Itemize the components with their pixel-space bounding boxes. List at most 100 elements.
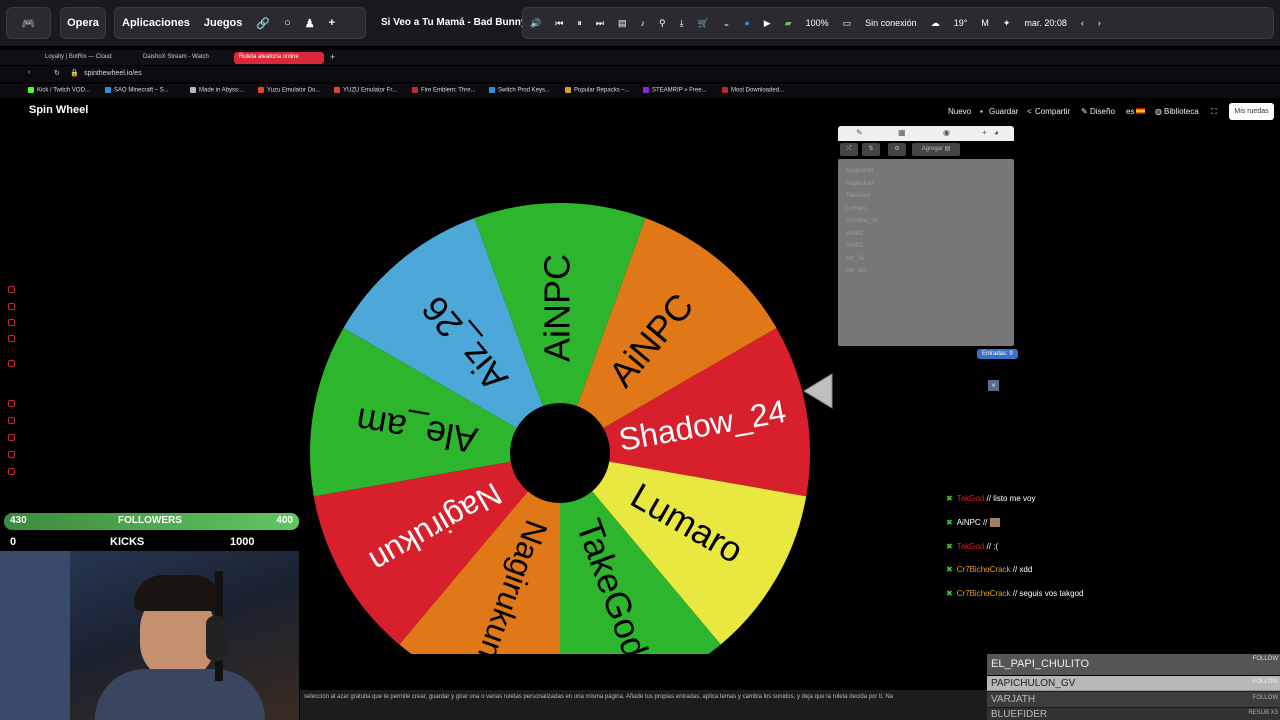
my-wheels-button[interactable]: Mis ruedas [1229,103,1274,120]
reload-icon[interactable]: ↻ [54,69,60,77]
url-field[interactable]: spinthewheel.io/es [84,70,142,77]
bookmark-icon [334,87,340,93]
plus-icon[interactable]: + [329,17,335,29]
person-icon[interactable]: ♟ [305,17,315,30]
games-button[interactable]: Juegos [204,17,243,29]
hide-icon[interactable]: ◉ [943,128,950,137]
pause-icon[interactable]: ⏸ [577,18,582,29]
nav-library[interactable]: Biblioteca [1164,107,1199,116]
results-icon[interactable]: ▦ [898,128,906,137]
wheel-center-hub[interactable] [510,403,610,503]
sidebar-icon[interactable] [8,417,15,424]
nav-lang[interactable]: es [1126,107,1134,116]
pencil-icon: ✎ [1081,107,1088,116]
tiktok-icon[interactable]: ♪ [640,18,645,28]
sidebar-icon[interactable] [8,434,15,441]
tab-daishox[interactable]: DaishoX Stream - Watch [138,52,228,64]
settings-icon[interactable]: ⚙ [888,143,906,156]
sidebar-icon[interactable] [8,303,15,310]
sort-icon[interactable]: ⇅ [862,143,880,156]
chevron-right-icon[interactable]: › [1098,18,1101,28]
site-description: selección al azar gratuita que te permit… [300,690,1280,720]
link-icon[interactable]: 🔗 [256,17,270,30]
panel-tabs: ✎ ▦ ◉ + ◕ [838,126,1014,141]
network-status[interactable]: Sin conexión [865,18,917,28]
kicks-goal: 1000 [230,536,255,548]
streamer-shirt [95,669,265,720]
nav-new[interactable]: Nuevo [948,107,971,116]
entry-item[interactable]: Ale_am [846,265,1006,278]
sidebar-icon[interactable] [8,451,15,458]
sidebar-icon[interactable] [8,400,15,407]
nav-share[interactable]: Compartir [1035,107,1070,116]
entry-item[interactable]: AiNPC [846,228,1006,241]
entry-item[interactable]: Nagirukun [846,178,1006,191]
entry-item[interactable]: AiNPC [846,240,1006,253]
media-tray: 🔊 ⏮ ⏸ ⏭ ▤ ♪ ⚲ ⤓ 🛒 ⌄ ● ▶ ▰ 100% ▭ Sin con… [522,7,1274,39]
chevron-left-icon[interactable]: ‹ [1081,18,1084,28]
bookmark-item[interactable]: YUZU Emulator Fr... [334,87,397,94]
close-icon[interactable]: × [988,380,999,391]
sparkle-icon[interactable]: ✦ [1003,18,1011,29]
flashlight-icon[interactable]: ⚲ [659,18,666,29]
battery-percent: 100% [805,18,829,28]
cart-icon[interactable]: 🛒 [698,18,709,29]
bookmark-item[interactable]: Switch Prod Keys... [489,87,550,94]
followers-goal-bar: 430 FOLLOWERS 400 [4,513,299,530]
bookmark-item[interactable]: Popular Repacks –... [565,87,630,94]
entry-item[interactable]: Lumaro [846,203,1006,216]
back-icon[interactable]: ‹ [28,69,30,76]
tab-loyalty[interactable]: Loyalty | BotRix — Cloud [40,52,130,64]
new-tab-icon[interactable]: + [330,52,335,62]
chat-message: ✖ TakGod // :( [946,542,999,551]
gmail-icon[interactable]: M [981,18,989,28]
notes-icon[interactable]: ▤ [618,18,627,29]
youtube-icon[interactable]: ▶ [764,18,771,29]
entry-item[interactable]: Nagirukun [846,165,1006,178]
nav-save[interactable]: Guardar [989,107,1018,116]
sidebar-icon[interactable] [8,468,15,475]
next-icon[interactable]: ⏭ [596,18,604,29]
bookmark-item[interactable]: STEAMRIP » Free... [643,87,707,94]
sidebar-icon[interactable] [8,335,15,342]
battery-icon: ▰ [784,17,792,28]
chat-message: ✖ Cr7BichoCrack // xdd [946,565,1033,574]
tab-ruleta[interactable]: Ruleta aleatoria online [234,52,324,64]
entry-item[interactable]: Aiz_26 [846,253,1006,266]
fullscreen-icon[interactable]: ⛶ [1211,107,1217,117]
edit-icon[interactable]: ✎ [856,128,863,137]
opera-button[interactable]: Opera [60,7,106,39]
entries-list[interactable]: Nagirukun Nagirukun TakeGod Lumaro Shado… [838,159,1014,346]
site-logo[interactable]: Spin Wheel [29,104,88,116]
messenger-icon[interactable]: ● [744,18,749,28]
address-bar: ‹ ↻ 🔒 spinthewheel.io/es [0,66,1280,82]
bookmark-item[interactable]: Yuzu Emulator Do... [258,87,320,94]
image-icon[interactable]: ◕ [994,128,999,137]
add-entry-button[interactable]: Agregar ▤ [912,143,960,156]
chevron-down-icon[interactable]: ⌄ [723,18,731,29]
entry-item[interactable]: Shadow_24 [846,215,1006,228]
bookmark-item[interactable]: SAO Minecraft – S... [105,87,169,94]
entries-panel: ✎ ▦ ◉ + ◕ ⤮ ⇅ ⚙ Agregar ▤ Nagirukun Nagi… [838,126,1014,346]
spin-wheel[interactable]: Shadow_24LumaroTakeGodNagirukunNagirukun… [300,134,820,654]
bookmark-icon [489,87,495,93]
previous-icon[interactable]: ⏮ [555,18,563,29]
nav-design[interactable]: Diseño [1090,107,1115,116]
gamepad-button[interactable]: 🎮 [6,7,51,39]
bookmark-item[interactable]: Kick / Twitch VOD... [28,87,90,94]
bookmark-item[interactable]: Most Downloaded... [722,87,784,94]
sidebar-icon[interactable] [8,286,15,293]
bookmark-item[interactable]: Made in Abyss:... [190,87,245,94]
shuffle-icon[interactable]: ⤮ [840,143,858,156]
sidebar-icon[interactable] [8,319,15,326]
circle-icon[interactable]: ○ [284,17,291,29]
add-icon[interactable]: + [982,128,987,137]
entry-item[interactable]: TakeGod [846,190,1006,203]
share-icon: < [1027,107,1032,116]
sidebar-icon[interactable] [8,360,15,367]
volume-icon[interactable]: 🔊 [530,18,541,29]
apps-button[interactable]: Aplicaciones [122,17,190,29]
spain-flag-icon [1136,107,1145,116]
download-icon[interactable]: ⤓ [680,18,684,29]
bookmark-item[interactable]: Fire Emblem: Thre... [412,87,476,94]
